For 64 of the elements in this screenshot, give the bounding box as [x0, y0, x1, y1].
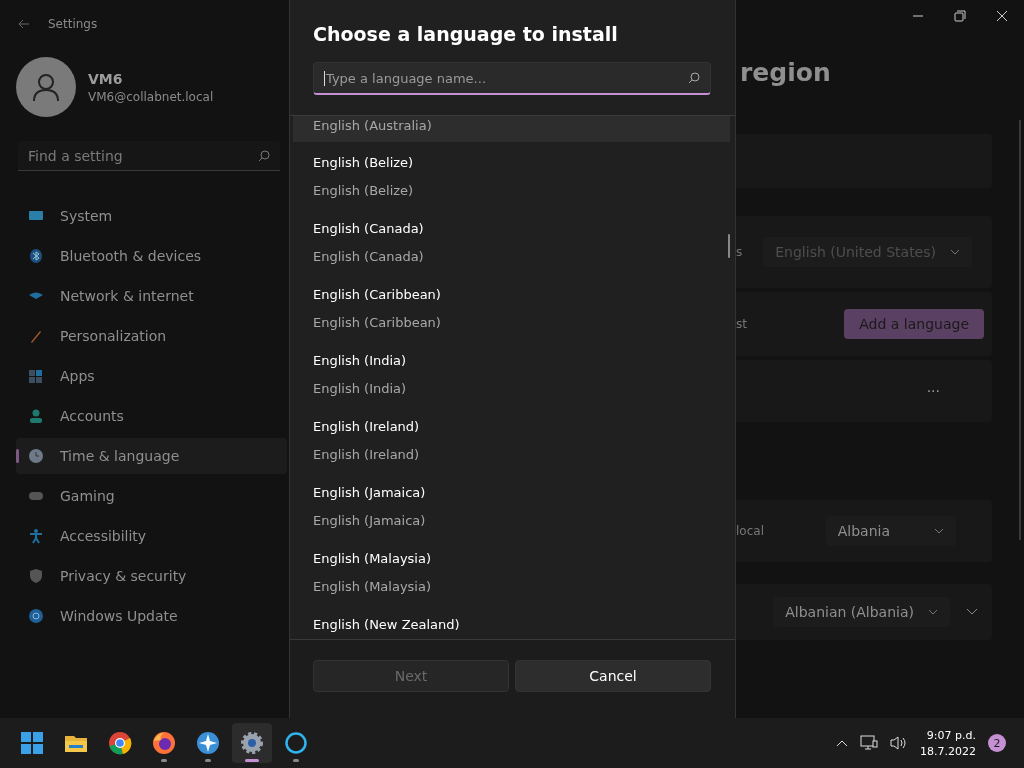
- ring-icon: [284, 731, 308, 755]
- language-item[interactable]: English (Malaysia) English (Malaysia): [293, 541, 730, 607]
- browser-icon: [108, 731, 132, 755]
- search-icon: [688, 72, 700, 84]
- language-item[interactable]: English (New Zealand): [293, 607, 730, 639]
- back-arrow-icon[interactable]: [18, 19, 30, 29]
- chevron-down-icon[interactable]: [966, 608, 978, 616]
- sidebar-item[interactable]: Gaming: [16, 478, 287, 514]
- language-item[interactable]: English (Belize) English (Belize): [293, 145, 730, 211]
- language-item[interactable]: English (India) English (India): [293, 343, 730, 409]
- user-email: VM6@collabnet.local: [88, 89, 214, 104]
- apps-icon: [28, 368, 44, 384]
- sidebar-item[interactable]: Apps: [16, 358, 287, 394]
- country-dropdown[interactable]: Albania: [825, 516, 956, 546]
- close-icon[interactable]: [996, 10, 1008, 22]
- language-item[interactable]: English (Jamaica) English (Jamaica): [293, 475, 730, 541]
- chevron-up-icon[interactable]: [836, 739, 848, 747]
- clock-icon: [28, 448, 44, 464]
- cancel-button[interactable]: Cancel: [515, 660, 711, 692]
- gear-icon: [240, 731, 264, 755]
- more-button[interactable]: ···: [926, 383, 940, 399]
- user-name: VM6: [88, 70, 124, 87]
- chevron-down-icon: [950, 249, 960, 255]
- sidebar-item[interactable]: Bluetooth & devices: [16, 238, 287, 274]
- sidebar-item[interactable]: Time & language: [16, 438, 287, 474]
- shield-icon: [28, 568, 44, 584]
- setting-label: local: [736, 524, 764, 538]
- language-item[interactable]: English (Canada) English (Canada): [293, 211, 730, 277]
- sidebar-item[interactable]: System: [16, 198, 287, 234]
- sidebar-item[interactable]: Network & internet: [16, 278, 287, 314]
- language-item[interactable]: English (Ireland) English (Ireland): [293, 409, 730, 475]
- chevron-down-icon: [934, 528, 944, 534]
- brush-icon: [28, 328, 44, 344]
- sidebar-item[interactable]: Privacy & security: [16, 558, 287, 594]
- start-icon: [20, 731, 44, 755]
- browser-icon: [152, 731, 176, 755]
- sidebar-item[interactable]: Personalization: [16, 318, 287, 354]
- sidebar-item[interactable]: Accessibility: [16, 518, 287, 554]
- page-title: region: [740, 58, 832, 87]
- clock[interactable]: 9:07 p.d. 18.7.2022: [920, 728, 976, 758]
- search-field[interactable]: Find a setting: [18, 141, 280, 171]
- compass-icon: [196, 731, 220, 755]
- search-icon: [258, 149, 270, 162]
- person-icon: [28, 408, 44, 424]
- window-title: Settings: [48, 17, 98, 31]
- network-icon[interactable]: [860, 735, 878, 751]
- sidebar-item[interactable]: Accounts: [16, 398, 287, 434]
- search-field[interactable]: Type a language name...: [313, 62, 711, 95]
- person-icon: [31, 72, 61, 102]
- scrollbar-thumb[interactable]: [728, 234, 730, 258]
- language-item[interactable]: English (Australia): [293, 116, 730, 142]
- setting-label: st: [736, 317, 747, 331]
- volume-icon[interactable]: [890, 735, 908, 751]
- chevron-down-icon: [928, 609, 938, 615]
- sync-icon: [28, 608, 44, 624]
- sidebar-item[interactable]: Windows Update: [16, 598, 287, 634]
- restore-icon[interactable]: [954, 10, 966, 22]
- dialog-title: Choose a language to install: [313, 22, 619, 46]
- notification-badge[interactable]: 2: [988, 734, 1006, 752]
- bluetooth-icon: [28, 248, 44, 264]
- language-item[interactable]: English (Caribbean) English (Caribbean): [293, 277, 730, 343]
- format-dropdown[interactable]: Albanian (Albania): [773, 597, 950, 627]
- setting-label: s: [736, 245, 743, 259]
- figure-icon: [28, 528, 44, 544]
